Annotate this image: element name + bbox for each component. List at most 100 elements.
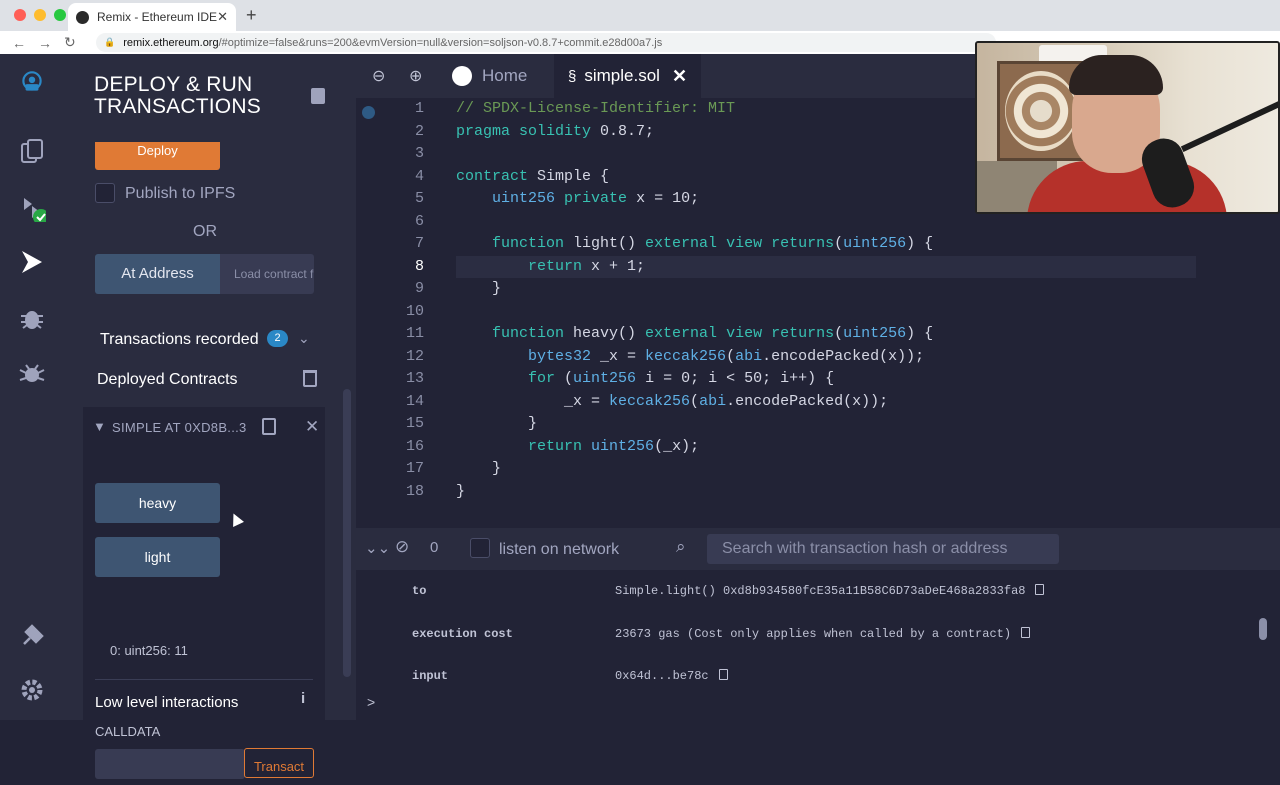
deploy-run-icon[interactable] [18, 248, 46, 276]
tab-home[interactable]: Home [442, 54, 541, 98]
collapse-chevron-icon[interactable]: ▼ [93, 419, 106, 434]
plugin-manager-icon[interactable] [18, 622, 46, 650]
code-text: function heavy() external view returns(u… [492, 325, 934, 342]
settings-gear-icon[interactable] [18, 676, 46, 704]
tx-input-value-text: 0x64d...be78c [615, 669, 709, 683]
copy-icon[interactable] [1035, 584, 1045, 595]
zoom-in-icon[interactable]: ⊕ [409, 66, 422, 86]
or-separator: OR [193, 223, 217, 240]
line-number: 14 [405, 392, 424, 410]
close-window-button[interactable] [14, 9, 26, 21]
code-line[interactable]: 14 _x = keccak256(abi.encodePacked(x)); [356, 391, 1196, 414]
browser-tab[interactable]: Remix - Ethereum IDE ✕ [68, 3, 236, 31]
contract-instance-name[interactable]: SIMPLE AT 0XD8B...3 [112, 420, 247, 435]
documentation-icon[interactable] [311, 88, 325, 104]
listen-network-label: listen on network [499, 541, 620, 558]
deployed-contract-instance: ▼ SIMPLE AT 0XD8B...3 ✕ heavy light 0: u… [83, 407, 325, 720]
file-explorer-icon[interactable] [18, 138, 46, 166]
line-number: 10 [405, 302, 424, 320]
tx-cost-value-text: 23673 gas (Cost only applies when called… [615, 627, 1012, 641]
minimize-window-button[interactable] [34, 9, 46, 21]
trash-icon[interactable] [303, 370, 317, 387]
zoom-out-icon[interactable]: ⊖ [372, 66, 385, 86]
tab-home-label: Home [482, 66, 528, 85]
deploy-run-panel: DEPLOY & RUN TRANSACTIONS Deploy Publish… [64, 54, 356, 720]
remix-favicon-icon [76, 10, 89, 24]
forward-icon[interactable]: → [38, 35, 52, 51]
tab-simple-sol[interactable]: § simple.sol ✕ [554, 54, 702, 98]
code-line[interactable]: 12 bytes32 _x = keccak256(abi.encodePack… [356, 346, 1196, 369]
copy-icon[interactable] [718, 669, 728, 680]
code-line[interactable]: 18} [356, 481, 1196, 504]
code-line[interactable]: 11 function heavy() external view return… [356, 323, 1196, 346]
url-input[interactable]: 🔒 remix.ethereum.org/#optimize=false&run… [96, 33, 996, 52]
copy-icon[interactable] [1021, 627, 1031, 638]
code-line[interactable]: 8 return x + 1; [356, 256, 1196, 279]
back-icon[interactable]: ← [12, 35, 26, 51]
publish-ipfs-checkbox[interactable] [95, 183, 115, 203]
new-tab-icon[interactable]: + [246, 5, 257, 26]
browser-tab-title: Remix - Ethereum IDE [97, 10, 218, 24]
line-number: 9 [414, 280, 424, 297]
copy-address-icon[interactable] [262, 418, 276, 435]
close-tab-icon[interactable]: ✕ [672, 66, 687, 87]
load-contract-input[interactable]: Load contract from Address [220, 254, 314, 294]
code-line[interactable]: 17 } [356, 458, 1196, 481]
panel-title-line1: DEPLOY & RUN [94, 73, 253, 96]
listen-network-checkbox[interactable] [470, 538, 490, 558]
pending-count: 0 [430, 539, 439, 556]
remix-logo-icon [452, 66, 472, 86]
tx-field-cost-key: execution cost [412, 627, 513, 641]
tab-strip: Remix - Ethereum IDE ✕ + [0, 0, 1280, 31]
code-text: _x = keccak256(abi.encodePacked(x)); [456, 392, 889, 410]
transactions-recorded-label[interactable]: Transactions recorded [100, 331, 259, 349]
code-line[interactable]: 13 for (uint256 i = 0; i < 50; i++) { [356, 368, 1196, 391]
line-number: 6 [414, 212, 424, 230]
remix-logo-icon[interactable] [6, 68, 58, 112]
line-number: 17 [405, 460, 424, 477]
debugger-icon[interactable] [18, 304, 46, 332]
code-text: function light() external view returns(u… [492, 235, 934, 252]
solidity-compiler-icon[interactable] [18, 194, 49, 225]
light-result: 0: uint256: 11 [110, 643, 188, 658]
collapse-terminal-icon[interactable]: ⌄⌄ [365, 539, 390, 557]
light-function-button[interactable]: light [95, 537, 220, 577]
line-number: 1 [414, 100, 424, 117]
heavy-function-button[interactable]: heavy [95, 483, 220, 523]
code-text: } [456, 482, 466, 500]
code-line[interactable]: 16 return uint256(_x); [356, 436, 1196, 459]
terminal-scrollbar[interactable] [1259, 618, 1267, 640]
code-text: } [456, 460, 502, 477]
remove-instance-icon[interactable]: ✕ [305, 417, 319, 437]
tx-field-input-value: 0x64d...be78c [615, 669, 728, 683]
chevron-down-icon[interactable]: ⌄ [298, 330, 310, 347]
transaction-search-input[interactable]: Search with transaction hash or address [707, 534, 1059, 564]
bug-icon[interactable] [18, 360, 46, 388]
clear-terminal-icon[interactable]: ⊘ [395, 537, 409, 557]
line-number: 5 [414, 190, 424, 207]
reload-icon[interactable]: ↻ [64, 34, 78, 51]
wall-art [1005, 71, 1077, 151]
line-number: 12 [405, 347, 424, 365]
terminal-prompt[interactable]: > [367, 694, 375, 710]
at-address-button[interactable]: At Address [95, 254, 220, 294]
code-text: return uint256(_x); [528, 437, 700, 455]
maximize-window-button[interactable] [54, 9, 66, 21]
deploy-button[interactable]: Deploy [95, 142, 220, 170]
transactions-count-badge: 2 [267, 330, 288, 347]
line-number: 8 [414, 257, 424, 275]
tab-simple-sol-label: simple.sol [584, 66, 660, 85]
code-text: for (uint256 i = 0; i < 50; i++) { [528, 370, 835, 387]
code-line[interactable]: 15 } [356, 413, 1196, 436]
deployed-contracts-label: Deployed Contracts [97, 371, 238, 388]
line-number: 3 [414, 145, 424, 162]
panel-scrollbar[interactable] [343, 389, 351, 677]
presenter-hair [1069, 55, 1163, 95]
close-tab-icon[interactable]: ✕ [217, 9, 228, 25]
code-line[interactable]: 10 [356, 301, 1196, 324]
code-line[interactable]: 9 } [356, 278, 1196, 301]
code-line[interactable]: 7 function light() external view returns… [356, 233, 1196, 256]
tx-field-to-value: Simple.light() 0xd8b934580fcE35a11B58C6D… [615, 584, 1045, 598]
calldata-input[interactable] [95, 749, 245, 779]
transact-button[interactable]: Transact [244, 748, 314, 778]
